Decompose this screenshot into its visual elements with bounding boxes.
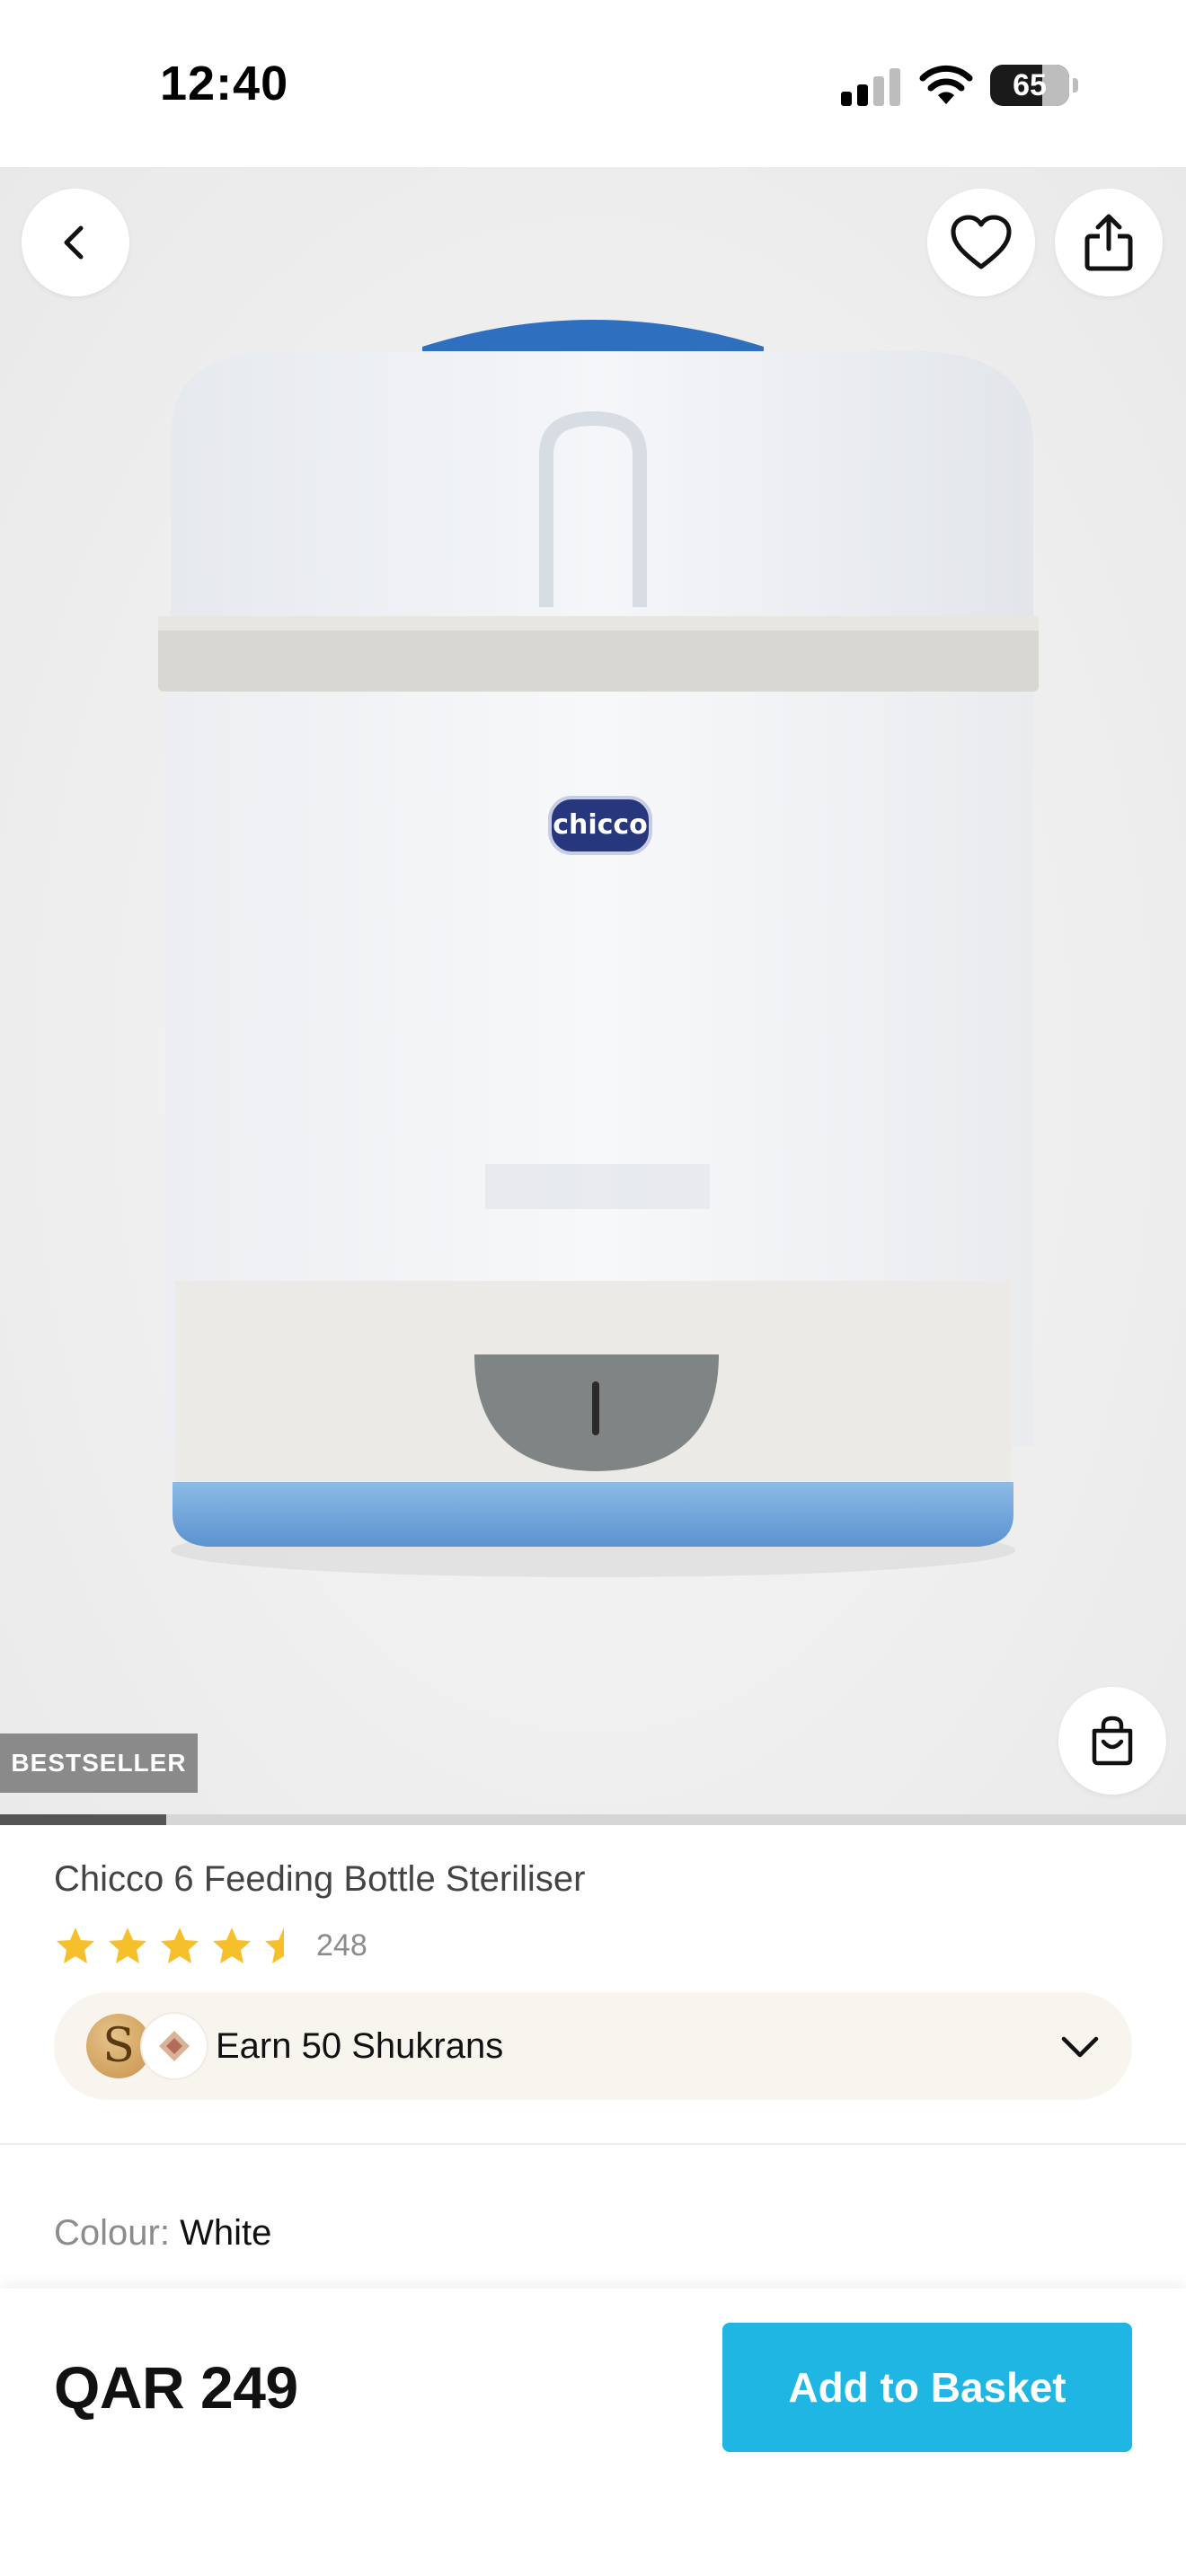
battery-level: 65	[1013, 68, 1047, 102]
gallery-progress-bar	[0, 1814, 1186, 1825]
rating-count: 248	[316, 1928, 367, 1963]
star-icon	[161, 1928, 199, 1963]
shukran-rewards-banner[interactable]: S Earn 50 Shukrans	[54, 1992, 1132, 2100]
star-icon	[213, 1928, 251, 1963]
colour-selector: Colour: White	[54, 2213, 271, 2254]
back-chevron-icon	[64, 225, 84, 260]
star-rating	[54, 1925, 305, 1966]
purchase-bar: QAR 249 Add to Basket	[0, 2289, 1186, 2576]
price: QAR 249	[54, 2354, 298, 2421]
battery-icon: 65	[990, 65, 1080, 106]
status-time: 12:40	[160, 57, 289, 110]
shukran-text: Earn 50 Shukrans	[216, 2026, 504, 2066]
brand-logo: chicco	[553, 809, 648, 841]
chevron-down-icon[interactable]	[1058, 2028, 1102, 2064]
star-icon	[265, 1928, 284, 1963]
back-button[interactable]	[22, 189, 129, 296]
share-button[interactable]	[1055, 189, 1163, 296]
signal-icon	[841, 68, 900, 106]
colour-label: Colour:	[54, 2213, 170, 2253]
diamond-icon	[142, 2014, 207, 2078]
heart-icon	[951, 215, 1012, 269]
status-bar: 12:40 65	[0, 0, 1186, 167]
share-icon	[1084, 214, 1133, 271]
wifi-icon	[919, 65, 973, 104]
star-icon	[109, 1928, 146, 1963]
product-title: Chicco 6 Feeding Bottle Steriliser	[54, 1859, 586, 1899]
wishlist-button[interactable]	[927, 189, 1035, 296]
rating-row[interactable]: 248	[54, 1920, 367, 1971]
colour-value: White	[180, 2213, 272, 2253]
add-to-basket-button[interactable]: Add to Basket	[722, 2323, 1132, 2452]
divider	[0, 2143, 1186, 2145]
shopping-bag-icon	[1092, 1716, 1133, 1766]
gallery-progress-fill	[0, 1814, 166, 1825]
star-icon	[57, 1928, 94, 1963]
add-to-bag-icon-button[interactable]	[1058, 1687, 1166, 1795]
product-image: chicco	[158, 320, 1039, 1577]
bestseller-badge: BESTSELLER	[0, 1734, 198, 1793]
product-image-gallery[interactable]: chicco BESTSELLER	[0, 167, 1186, 1814]
